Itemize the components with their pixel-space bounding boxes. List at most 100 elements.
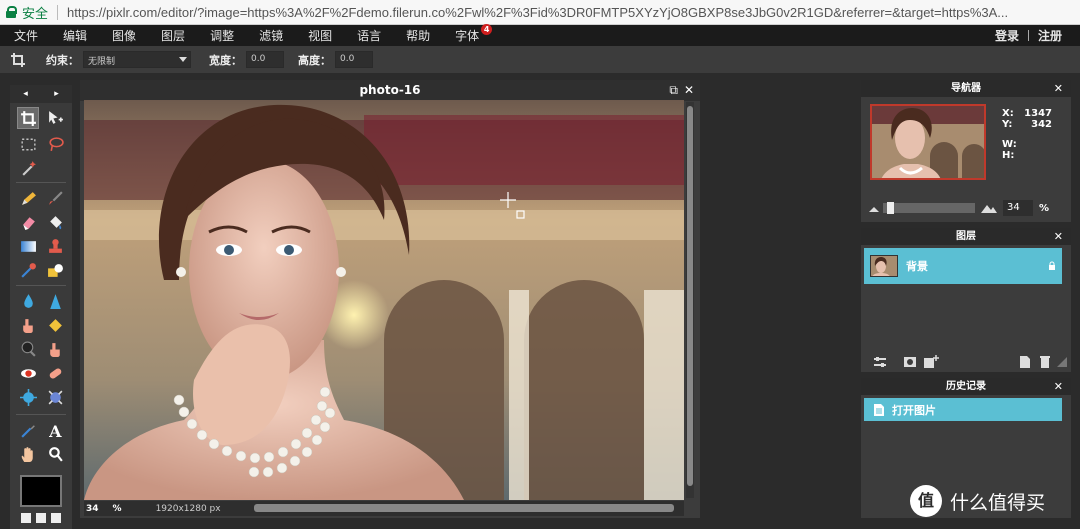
dodge-tool-icon[interactable] — [17, 338, 39, 360]
layer-name[interactable]: 背景 — [906, 258, 928, 274]
font-badge: 4 — [481, 24, 493, 35]
blur-tool-icon[interactable] — [17, 290, 39, 312]
photo-canvas[interactable] — [84, 100, 684, 500]
close-icon[interactable]: ✕ — [1054, 378, 1063, 395]
pinch-tool-icon[interactable] — [44, 386, 66, 408]
clone-stamp-tool-icon[interactable] — [44, 235, 66, 257]
tool-options-bar: 约束： 无限制 宽度： 0.0 高度： 0.0 — [0, 46, 1080, 73]
delete-layer-icon[interactable] — [1039, 355, 1051, 369]
navigator-thumbnail[interactable] — [870, 104, 986, 180]
vertical-scrollbar[interactable] — [686, 102, 694, 498]
layers-footer — [861, 354, 1071, 370]
zoom-in-icon[interactable] — [981, 203, 997, 213]
gradient-tool-icon[interactable] — [17, 235, 39, 257]
toolbox-divider — [16, 285, 66, 286]
layer-settings-icon[interactable] — [873, 355, 887, 369]
toolbox-prev-icon[interactable]: ◂ — [23, 89, 28, 99]
close-icon[interactable]: ✕ — [1054, 228, 1063, 245]
history-item[interactable]: 打开图片 — [864, 398, 1062, 421]
burn-tool-icon[interactable] — [44, 338, 66, 360]
register-link[interactable]: 注册 — [1038, 27, 1062, 44]
canvas-title-bar[interactable]: photo-16 ⧉ ✕ — [80, 80, 700, 101]
menu-font[interactable]: 字体 4 — [441, 24, 493, 44]
menu-edit[interactable]: 编辑 — [49, 27, 98, 44]
swatch-mini-icon[interactable] — [21, 513, 31, 523]
swatch-mini-icon[interactable] — [51, 513, 61, 523]
magic-wand-tool-icon[interactable] — [17, 157, 39, 179]
browser-address-bar[interactable]: 安全 https://pixlr.com/editor/?image=https… — [0, 0, 1080, 25]
zoom-unit: % — [112, 503, 122, 514]
restore-icon[interactable]: ⧉ — [669, 80, 678, 101]
zoom-tool-icon[interactable] — [44, 443, 66, 465]
zoom-out-icon[interactable] — [869, 204, 879, 212]
history-header[interactable]: 历史记录 ✕ — [861, 378, 1071, 395]
add-layer-icon[interactable] — [923, 355, 939, 369]
drawing-tool-icon[interactable] — [44, 259, 66, 281]
sponge-tool-icon[interactable] — [44, 314, 66, 336]
close-icon[interactable]: ✕ — [684, 80, 694, 101]
x-label: X: — [1002, 108, 1014, 119]
url-text[interactable]: https://pixlr.com/editor/?image=https%3A… — [67, 5, 1008, 20]
spot-heal-tool-icon[interactable] — [44, 362, 66, 384]
eraser-tool-icon[interactable] — [17, 211, 39, 233]
color-picker-tool-icon[interactable] — [17, 419, 39, 441]
history-item-label: 打开图片 — [892, 403, 936, 417]
zoom-slider-knob[interactable] — [887, 202, 894, 214]
toolbox: ◂ ▸ A — [10, 85, 72, 529]
document-title: photo-16 — [359, 83, 421, 97]
horizontal-scrollbar[interactable] — [254, 504, 674, 512]
foreground-color-swatch[interactable] — [20, 475, 62, 507]
toolbox-next-icon[interactable]: ▸ — [54, 89, 59, 99]
zoom-value[interactable]: 34 — [86, 504, 99, 514]
layer-mask-icon[interactable] — [903, 355, 917, 369]
sharpen-tool-icon[interactable] — [44, 290, 66, 312]
navigator-header[interactable]: 导航器 ✕ — [861, 80, 1071, 97]
height-label: 高度： — [298, 53, 331, 67]
swatch-mini-icon[interactable] — [36, 513, 46, 523]
width-input[interactable]: 0.0 — [246, 51, 284, 68]
lasso-tool-icon[interactable] — [44, 133, 66, 155]
menu-adjust[interactable]: 调整 — [196, 27, 245, 44]
crop-tool-icon[interactable] — [17, 107, 39, 129]
smudge-tool-icon[interactable] — [17, 314, 39, 336]
toolbox-divider — [16, 182, 66, 183]
constraint-label: 约束： — [46, 53, 79, 67]
new-layer-icon[interactable] — [1019, 355, 1031, 369]
menu-image[interactable]: 图像 — [98, 27, 147, 44]
hand-tool-icon[interactable] — [17, 443, 39, 465]
image-dimensions: 1920x1280 px — [155, 503, 221, 514]
marquee-tool-icon[interactable] — [17, 133, 39, 155]
paint-bucket-tool-icon[interactable] — [44, 211, 66, 233]
layer-item[interactable]: 背景 — [864, 248, 1062, 284]
lock-icon[interactable] — [1048, 261, 1056, 271]
chevron-down-icon — [179, 57, 187, 62]
navigator-zoom-control: 34 % — [869, 200, 1065, 216]
red-eye-tool-icon[interactable] — [17, 362, 39, 384]
move-tool-icon[interactable] — [44, 107, 66, 129]
resize-grip-icon[interactable] — [1057, 357, 1067, 367]
menu-view[interactable]: 视图 — [294, 27, 343, 44]
height-input[interactable]: 0.0 — [335, 51, 373, 68]
vertical-scroll-thumb[interactable] — [687, 106, 693, 486]
toolbox-divider — [16, 414, 66, 415]
login-link[interactable]: 登录 — [995, 27, 1019, 44]
close-icon[interactable]: ✕ — [1054, 80, 1063, 97]
zoom-percentage-input[interactable]: 34 — [1003, 200, 1033, 216]
navigator-title: 导航器 — [951, 83, 981, 94]
menu-font-label: 字体 — [455, 29, 480, 43]
menu-filter[interactable]: 滤镜 — [245, 27, 294, 44]
zoom-slider[interactable] — [883, 202, 975, 214]
bloat-tool-icon[interactable] — [17, 386, 39, 408]
lock-icon — [6, 6, 17, 18]
constraint-dropdown[interactable]: 无限制 — [83, 51, 191, 68]
menu-language[interactable]: 语言 — [343, 27, 392, 44]
menu-bar: 文件 编辑 图像 图层 调整 滤镜 视图 语言 帮助 字体 4 登录 注册 — [0, 24, 1080, 46]
menu-layer[interactable]: 图层 — [147, 27, 196, 44]
layers-header[interactable]: 图层 ✕ — [861, 228, 1071, 245]
brush-tool-icon[interactable] — [44, 187, 66, 209]
menu-help[interactable]: 帮助 — [392, 27, 441, 44]
menu-file[interactable]: 文件 — [0, 27, 49, 44]
pencil-tool-icon[interactable] — [17, 187, 39, 209]
color-replace-tool-icon[interactable] — [17, 259, 39, 281]
type-tool-icon[interactable]: A — [44, 419, 66, 441]
